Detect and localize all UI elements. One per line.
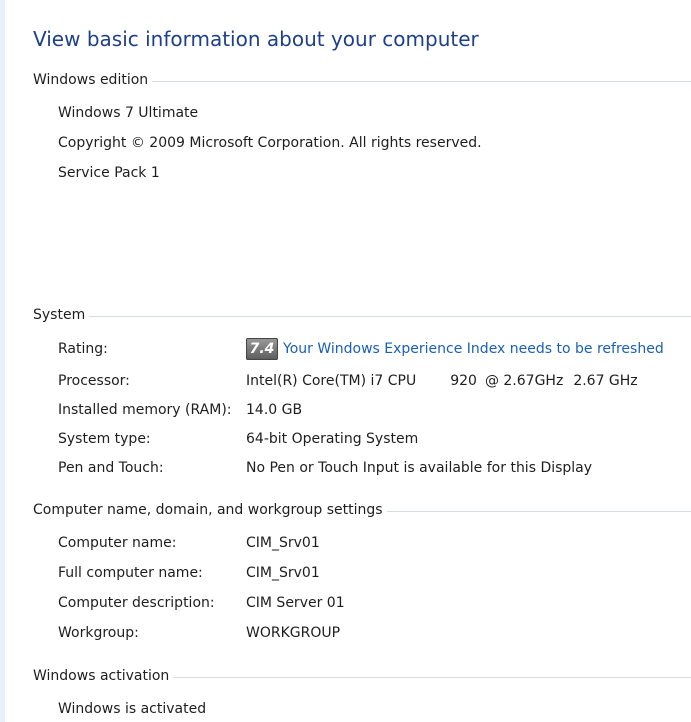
section-divider xyxy=(173,677,691,678)
memory-value: 14.0 GB xyxy=(246,402,303,418)
pen-touch-row: Pen and Touch: No Pen or Touch Input is … xyxy=(58,459,691,477)
section-title: Computer name, domain, and workgroup set… xyxy=(33,502,383,518)
rating-label: Rating: xyxy=(58,341,108,357)
processor-name: Intel(R) Core(TM) i7 CPU xyxy=(246,373,417,389)
memory-row: Installed memory (RAM): 14.0 GB xyxy=(58,401,691,419)
section-divider xyxy=(89,316,691,317)
copyright-text: Copyright © 2009 Microsoft Corporation. … xyxy=(58,135,482,151)
section-header-computer-name: Computer name, domain, and workgroup set… xyxy=(33,500,691,520)
activation-status: Windows is activated xyxy=(58,701,207,717)
computer-description-value: CIM Server 01 xyxy=(246,595,345,611)
system-type-row: System type: 64-bit Operating System xyxy=(58,430,691,448)
computer-name-row: Computer name: CIM_Srv01 xyxy=(58,534,691,552)
pen-touch-value: No Pen or Touch Input is available for t… xyxy=(246,460,593,476)
full-computer-name-row: Full computer name: CIM_Srv01 xyxy=(58,564,691,582)
service-pack: Service Pack 1 xyxy=(58,165,160,181)
section-header-windows-activation: Windows activation xyxy=(33,666,691,686)
workgroup-value: WORKGROUP xyxy=(246,625,341,641)
wei-score-badge[interactable]: 7.4 xyxy=(246,338,278,360)
section-header-system: System xyxy=(33,305,691,325)
system-type-label: System type: xyxy=(58,431,151,447)
memory-label: Installed memory (RAM): xyxy=(58,402,232,418)
full-computer-name-label: Full computer name: xyxy=(58,565,203,581)
left-navigation-strip xyxy=(0,0,5,722)
computer-description-label: Computer description: xyxy=(58,595,215,611)
pen-touch-label: Pen and Touch: xyxy=(58,460,164,476)
section-title: Windows activation xyxy=(33,668,170,684)
rating-row: Rating: 7.4 Your Windows Experience Inde… xyxy=(58,338,691,360)
section-header-windows-edition: Windows edition xyxy=(33,70,691,90)
page-title: View basic information about your comput… xyxy=(33,27,479,51)
processor-row: Processor: Intel(R) Core(TM) i7 CPU 920 … xyxy=(58,372,691,390)
processor-speed: 2.67 GHz xyxy=(573,373,638,389)
section-title: System xyxy=(33,307,86,323)
full-computer-name-value: CIM_Srv01 xyxy=(246,565,320,581)
section-divider xyxy=(386,511,691,512)
workgroup-row: Workgroup: WORKGROUP xyxy=(58,624,691,642)
edition-name: Windows 7 Ultimate xyxy=(58,105,199,121)
section-title: Windows edition xyxy=(33,72,149,88)
processor-clock: @ 2.67GHz xyxy=(484,373,564,389)
system-type-value: 64-bit Operating System xyxy=(246,431,419,447)
computer-name-value: CIM_Srv01 xyxy=(246,535,320,551)
processor-label: Processor: xyxy=(58,373,130,389)
section-divider xyxy=(152,81,691,82)
computer-description-row: Computer description: CIM Server 01 xyxy=(58,594,691,612)
computer-name-label: Computer name: xyxy=(58,535,177,551)
processor-model: 920 xyxy=(450,373,477,389)
wei-refresh-link[interactable]: Your Windows Experience Index needs to b… xyxy=(283,340,664,358)
workgroup-label: Workgroup: xyxy=(58,625,139,641)
